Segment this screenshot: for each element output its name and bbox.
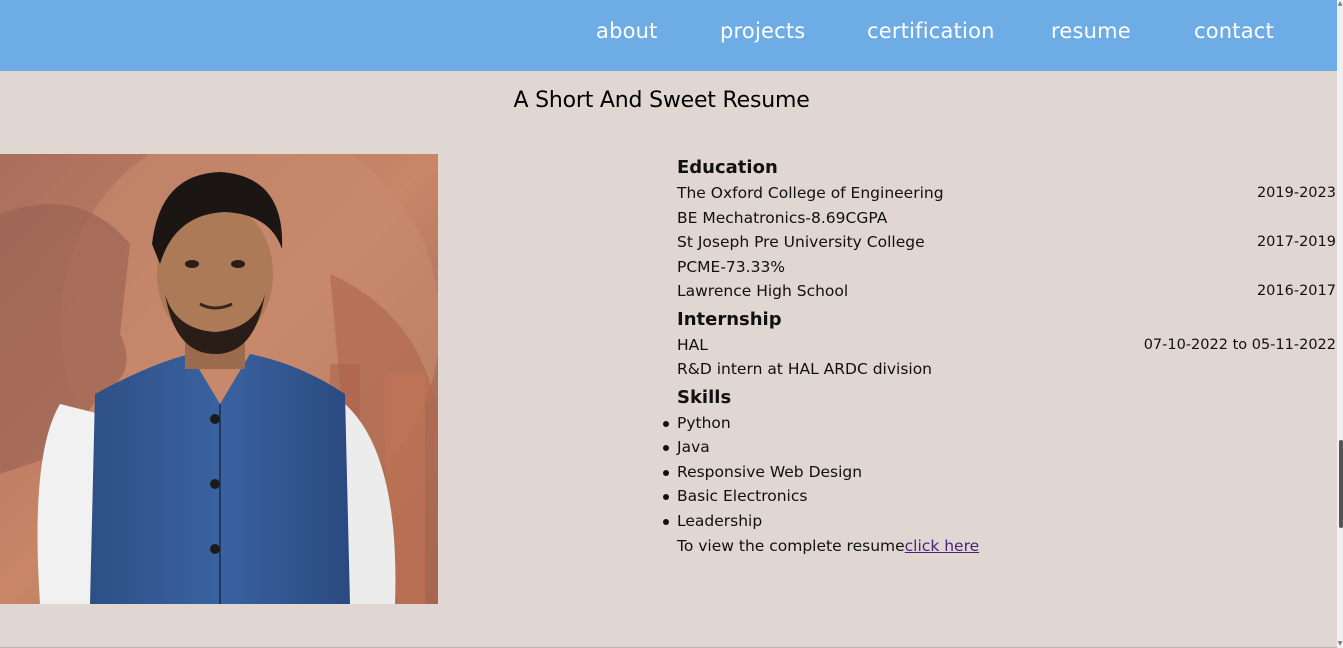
education-row: Lawrence High School 2016-2017 (677, 279, 1336, 304)
profile-photo (0, 154, 438, 604)
internship-row: R&D intern at HAL ARDC division (677, 357, 1336, 382)
education-text: PCME-73.33% (677, 257, 786, 276)
resume-content: Education The Oxford College of Engineer… (663, 155, 1336, 558)
education-date: 2016-2017 (1256, 283, 1336, 299)
profile-photo-illustration (0, 154, 438, 604)
education-text: The Oxford College of Engineering (677, 184, 944, 202)
skill-item: Responsive Web Design (663, 460, 1336, 485)
full-resume-line: To view the complete resumeclick here (677, 534, 1336, 558)
full-resume-text: To view the complete resume (677, 537, 905, 555)
skill-item: Basic Electronics (663, 484, 1336, 509)
internship-heading: Internship (677, 308, 782, 330)
page-title: A Short And Sweet Resume (513, 88, 810, 113)
education-date: 2017-2019 (1256, 234, 1336, 250)
education-text: BE Mechatronics-8.69CGPA (677, 208, 888, 227)
nav-link-contact[interactable]: contact (1194, 19, 1274, 43)
skills-heading: Skills (677, 386, 732, 408)
page: about projects certification resume cont… (0, 0, 1343, 648)
education-date: 2019-2023 (1256, 185, 1336, 201)
nav-link-projects[interactable]: projects (720, 19, 805, 43)
vertical-scrollbar[interactable]: ▲ ▼ (1337, 0, 1343, 648)
education-row: The Oxford College of Engineering 2019-2… (677, 181, 1336, 206)
nav-link-certification[interactable]: certification (867, 19, 995, 43)
internship-date: 07-10-2022 to 05-11-2022 (1143, 336, 1336, 353)
scrollbar-thumb[interactable] (1339, 440, 1343, 528)
skill-item: Java (663, 435, 1336, 460)
nav-link-resume[interactable]: resume (1051, 19, 1131, 43)
full-resume-link[interactable]: click here (905, 537, 980, 555)
internship-text: HAL (677, 335, 708, 354)
scroll-down-icon[interactable]: ▼ (1337, 640, 1343, 648)
education-text: St Joseph Pre University College (677, 233, 925, 251)
education-heading: Education (677, 157, 778, 178)
education-row: BE Mechatronics-8.69CGPA (677, 206, 1336, 231)
internship-row: HAL 07-10-2022 to 05-11-2022 (677, 333, 1336, 358)
top-navbar: about projects certification resume cont… (0, 0, 1337, 71)
scroll-up-icon[interactable]: ▲ (1337, 0, 1343, 8)
education-text: Lawrence High School (677, 282, 849, 300)
skill-item: Python (663, 411, 1336, 436)
skill-item: Leadership (663, 509, 1336, 534)
skills-list: Python Java Responsive Web Design Basic … (663, 411, 1336, 534)
internship-text: R&D intern at HAL ARDC division (677, 360, 933, 378)
education-row: St Joseph Pre University College 2017-20… (677, 230, 1336, 255)
nav-link-about[interactable]: about (596, 19, 658, 43)
education-row: PCME-73.33% (677, 255, 1336, 280)
